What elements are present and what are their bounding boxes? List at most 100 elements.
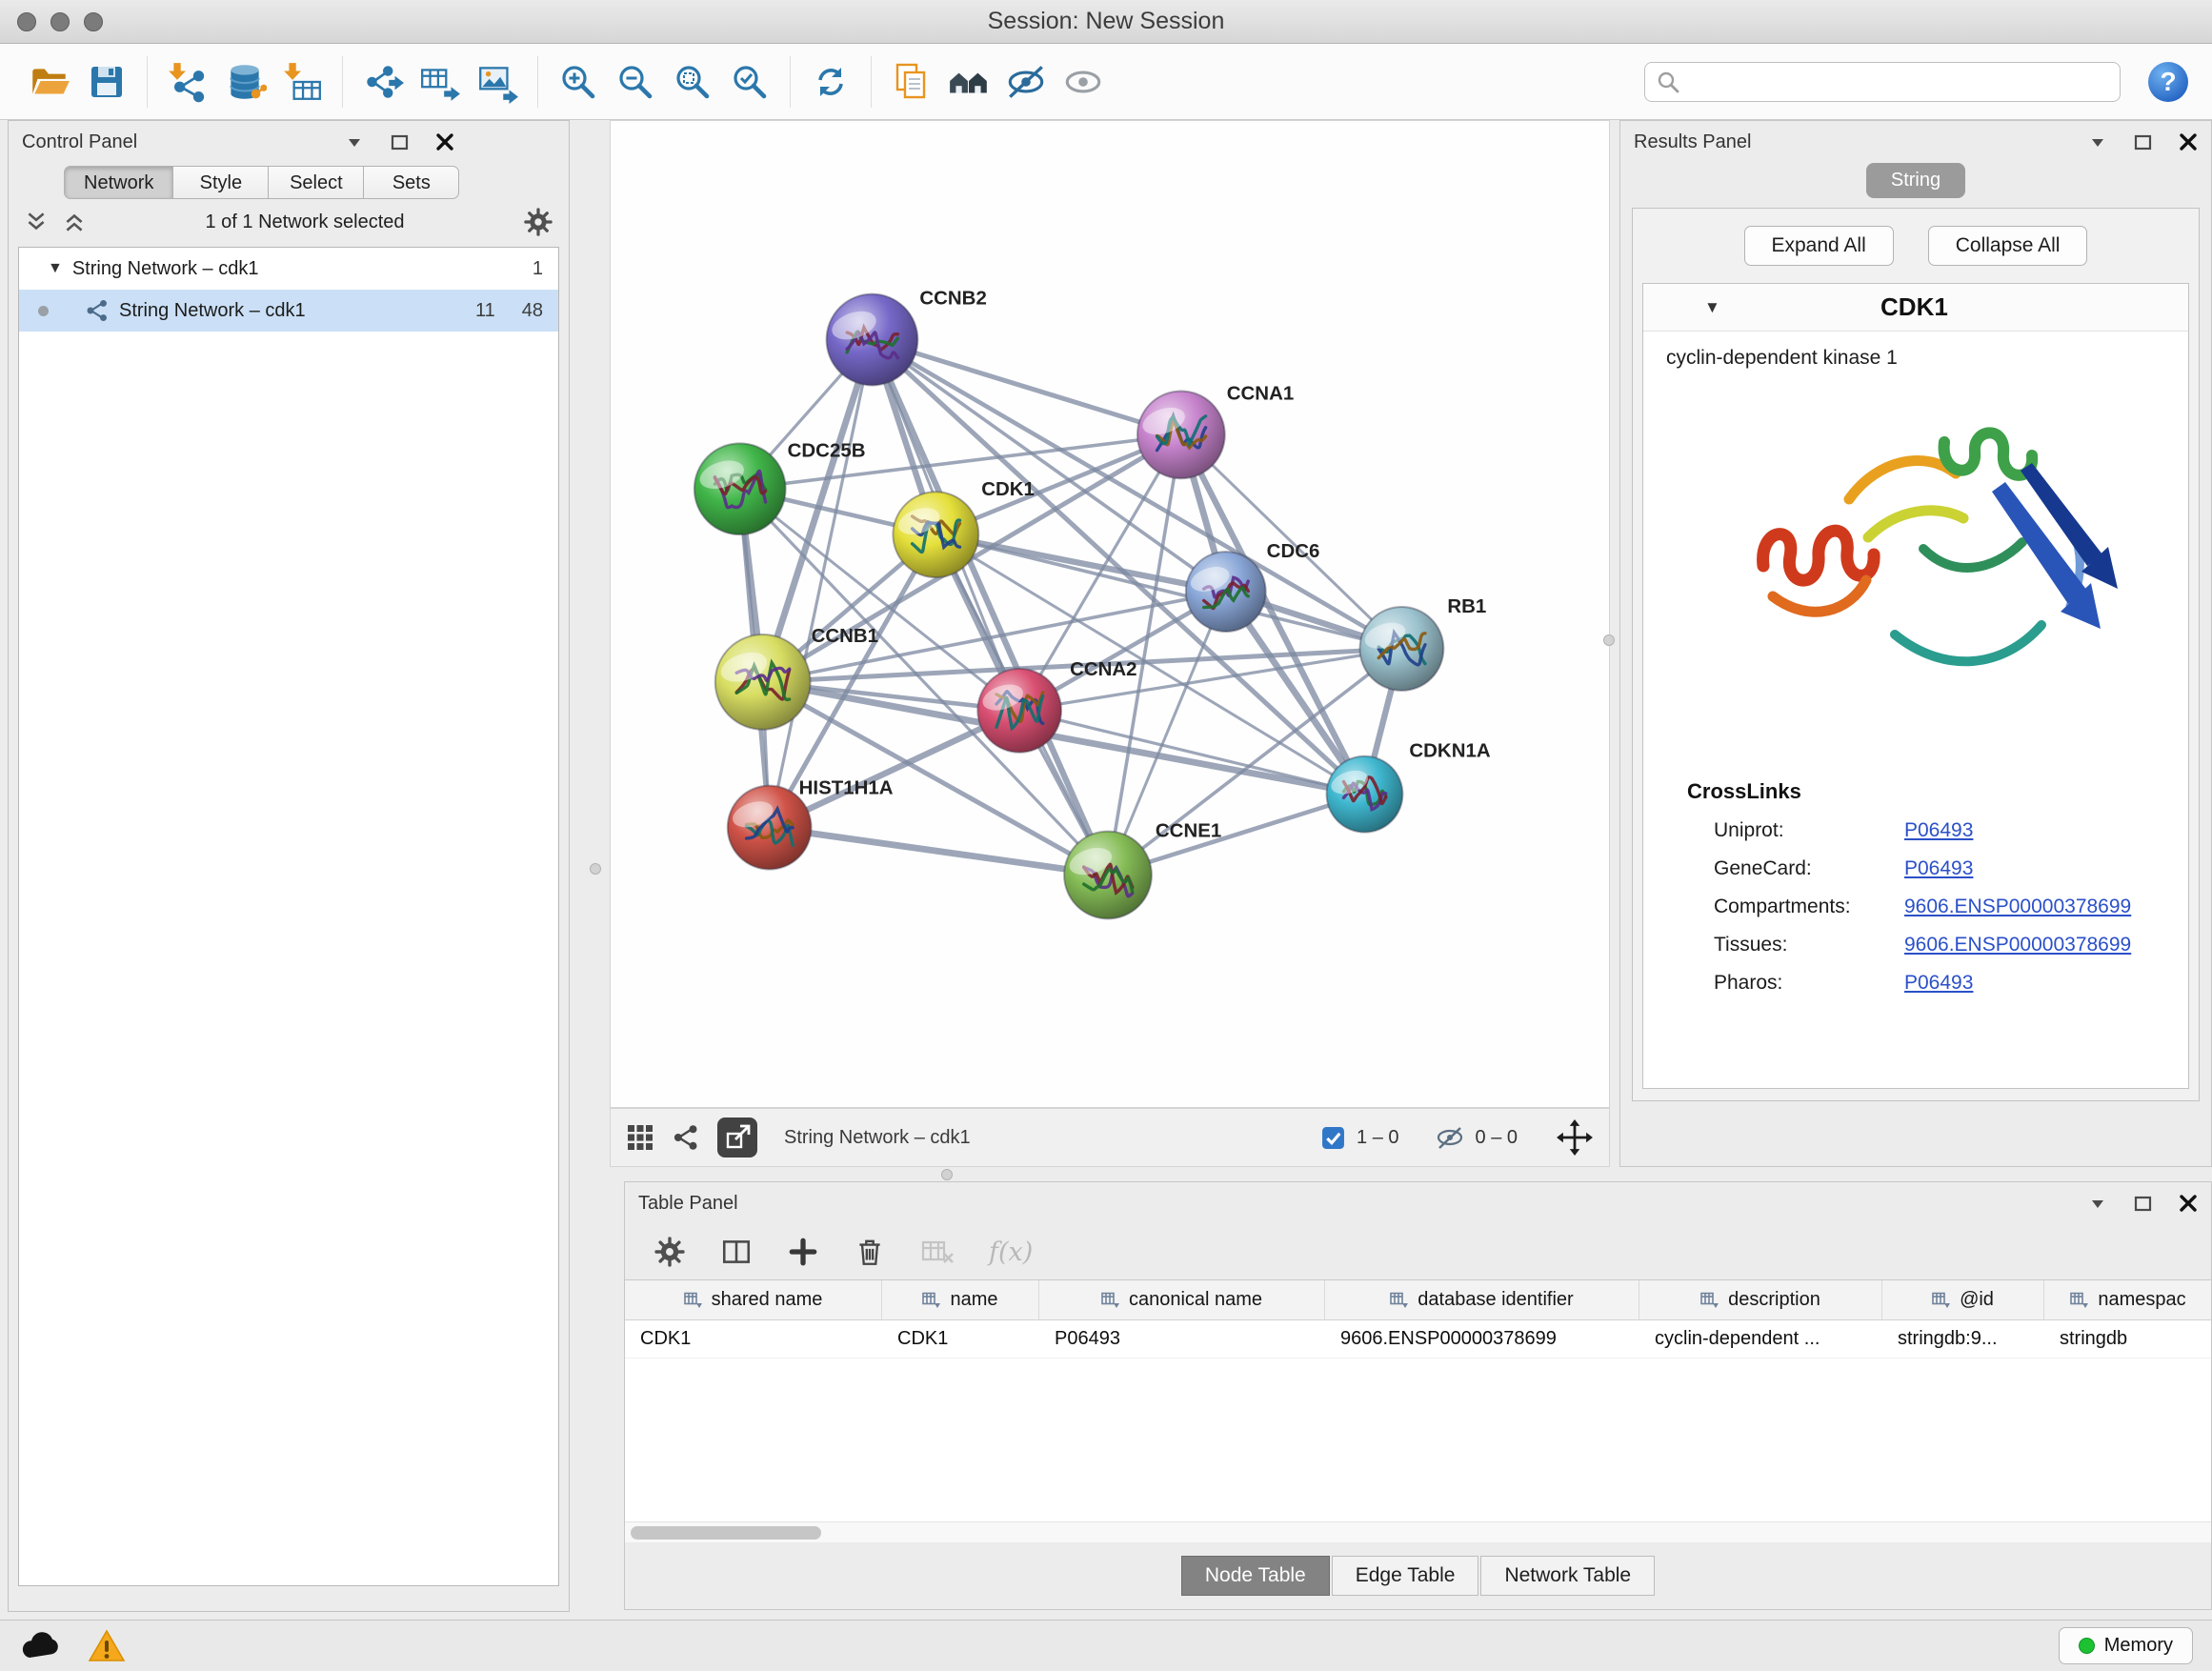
memory-button[interactable]: Memory: [2059, 1627, 2193, 1664]
network-edge[interactable]: [872, 340, 1180, 435]
expand-all-icon[interactable]: [62, 210, 87, 234]
zoom-out-button[interactable]: [607, 52, 664, 111]
crosslink-link[interactable]: P06493: [1904, 857, 1973, 880]
import-network-database-button[interactable]: [216, 52, 273, 111]
column-header-namespac[interactable]: namespac: [2044, 1280, 2211, 1319]
tab-edge-table[interactable]: Edge Table: [1332, 1556, 1479, 1596]
network-view[interactable]: CCNB2CCNA1CDC25BCDK1CDC6RB1CCNB1CCNA2CDK…: [611, 121, 1609, 1107]
gene-collapse-icon[interactable]: ▼: [1704, 298, 1720, 317]
refresh-view-button[interactable]: [802, 52, 859, 111]
gear-icon[interactable]: [523, 207, 553, 237]
tab-sets[interactable]: Sets: [364, 166, 459, 199]
panel-float-icon[interactable]: [2134, 1195, 2152, 1213]
crosslink-link[interactable]: 9606.ENSP00000378699: [1904, 934, 2131, 956]
tab-network[interactable]: Network: [64, 166, 173, 199]
zoom-fit-button[interactable]: [664, 52, 721, 111]
crosslink-link[interactable]: 9606.ENSP00000378699: [1904, 896, 2131, 918]
column-header-name[interactable]: name: [882, 1280, 1039, 1319]
column-header-shared-name[interactable]: shared name: [625, 1280, 882, 1319]
cloud-icon[interactable]: [19, 1629, 63, 1663]
zoom-selected-button[interactable]: [721, 52, 778, 111]
hidden-eye-slash-icon[interactable]: [1436, 1125, 1464, 1151]
share-network-icon[interactable]: [672, 1123, 700, 1152]
panel-float-icon[interactable]: [2134, 133, 2152, 151]
export-network-button[interactable]: [354, 52, 412, 111]
network-edge[interactable]: [770, 340, 873, 828]
save-session-button[interactable]: [78, 52, 135, 111]
network-node-CDC6[interactable]: [1186, 552, 1266, 632]
zoom-window-button[interactable]: [84, 12, 103, 31]
collapse-all-button[interactable]: Collapse All: [1928, 226, 2088, 266]
help-button[interactable]: ?: [2145, 59, 2191, 105]
export-table-button[interactable]: [412, 52, 469, 111]
network-node-CCNB1[interactable]: [715, 634, 811, 730]
panel-splitter-handle[interactable]: [1603, 634, 1615, 646]
import-table-file-button[interactable]: [273, 52, 331, 111]
panel-splitter-handle[interactable]: [941, 1169, 953, 1180]
tab-node-table[interactable]: Node Table: [1181, 1556, 1330, 1596]
network-node-CCNE1[interactable]: [1064, 832, 1152, 919]
table-settings-gear-icon[interactable]: [654, 1236, 686, 1268]
search-input[interactable]: [1644, 62, 2121, 102]
delete-column-trash-icon[interactable]: [854, 1236, 886, 1268]
panel-menu-icon[interactable]: [2088, 1194, 2107, 1213]
birds-eye-grid-icon[interactable]: [626, 1123, 654, 1152]
copy-document-button[interactable]: [883, 52, 940, 111]
import-network-file-button[interactable]: [159, 52, 216, 111]
open-in-new-window-button[interactable]: [717, 1117, 757, 1158]
scrollbar-thumb[interactable]: [631, 1526, 821, 1540]
network-edge[interactable]: [770, 828, 1108, 876]
network-collection-row[interactable]: ▼ String Network – cdk1 1: [19, 248, 558, 290]
column-header-canonical-name[interactable]: canonical name: [1039, 1280, 1325, 1319]
table-cell[interactable]: P06493: [1039, 1320, 1325, 1358]
network-node-CDC25B[interactable]: [694, 443, 786, 534]
panel-close-icon[interactable]: [435, 132, 454, 151]
network-node-CDK1[interactable]: [893, 492, 978, 577]
close-window-button[interactable]: [17, 12, 36, 31]
network-node-CCNB2[interactable]: [827, 294, 918, 386]
panel-menu-icon[interactable]: [2088, 132, 2107, 151]
network-node-CCNA2[interactable]: [977, 669, 1061, 753]
minimize-window-button[interactable]: [50, 12, 70, 31]
selected-checkbox-icon[interactable]: [1321, 1126, 1345, 1150]
collapse-all-icon[interactable]: [24, 210, 49, 234]
network-node-RB1[interactable]: [1359, 607, 1443, 691]
zoom-in-button[interactable]: [550, 52, 607, 111]
network-node-CCNA1[interactable]: [1137, 391, 1225, 478]
column-header--id[interactable]: @id: [1882, 1280, 2044, 1319]
panel-menu-icon[interactable]: [345, 132, 364, 151]
show-hidden-button[interactable]: [1055, 52, 1112, 111]
expand-all-button[interactable]: Expand All: [1744, 226, 1894, 266]
add-column-icon[interactable]: [787, 1236, 819, 1268]
table-cell[interactable]: stringdb:9...: [1882, 1320, 2044, 1358]
panel-close-icon[interactable]: [2179, 1194, 2198, 1213]
panel-float-icon[interactable]: [391, 133, 409, 151]
table-row[interactable]: CDK1CDK1P064939606.ENSP00000378699cyclin…: [625, 1320, 2211, 1359]
panel-close-icon[interactable]: [2179, 132, 2198, 151]
table-cell[interactable]: CDK1: [625, 1320, 882, 1358]
crosslink-link[interactable]: P06493: [1904, 819, 1973, 842]
table-cell[interactable]: 9606.ENSP00000378699: [1325, 1320, 1639, 1358]
horizontal-scrollbar[interactable]: [625, 1521, 2211, 1542]
network-row-selected[interactable]: String Network – cdk1 11 48: [19, 290, 558, 332]
tab-network-table[interactable]: Network Table: [1480, 1556, 1655, 1596]
network-canvas[interactable]: CCNB2CCNA1CDC25BCDK1CDC6RB1CCNB1CCNA2CDK…: [610, 120, 1610, 1108]
tab-style[interactable]: Style: [173, 166, 269, 199]
hide-selected-button[interactable]: [997, 52, 1055, 111]
panel-splitter-handle[interactable]: [590, 863, 601, 875]
network-edge[interactable]: [872, 340, 1108, 876]
tab-string[interactable]: String: [1866, 163, 1965, 198]
export-image-button[interactable]: [469, 52, 526, 111]
table-cell[interactable]: CDK1: [882, 1320, 1039, 1358]
crosslink-link[interactable]: P06493: [1904, 972, 1973, 995]
open-session-button[interactable]: [21, 52, 78, 111]
tab-select[interactable]: Select: [269, 166, 364, 199]
show-columns-icon[interactable]: [720, 1236, 753, 1268]
column-header-description[interactable]: description: [1639, 1280, 1882, 1319]
pan-move-icon[interactable]: [1556, 1118, 1594, 1157]
column-header-database-identifier[interactable]: database identifier: [1325, 1280, 1639, 1319]
table-cell[interactable]: cyclin-dependent ...: [1639, 1320, 1882, 1358]
tree-expand-icon[interactable]: ▼: [48, 260, 63, 277]
warning-icon[interactable]: [88, 1629, 126, 1663]
home-layout-button[interactable]: [940, 52, 997, 111]
